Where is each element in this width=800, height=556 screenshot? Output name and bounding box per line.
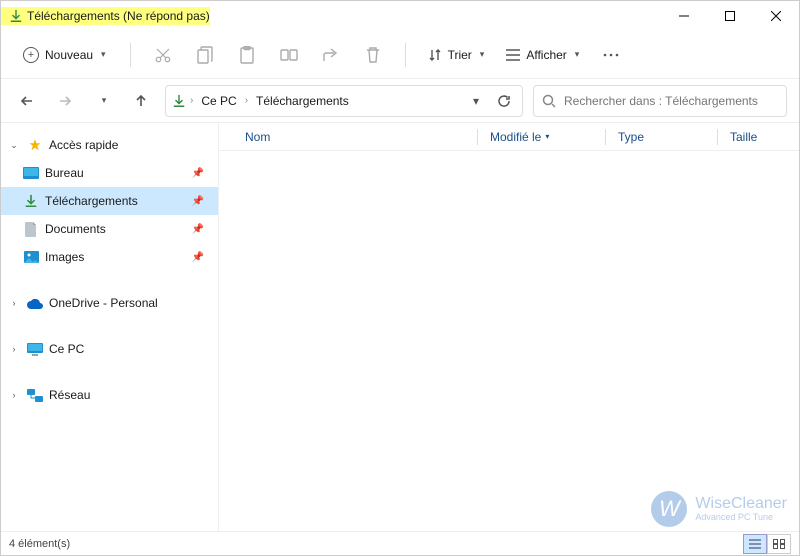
- sidebar-item-quick-access[interactable]: ⌄ Accès rapide: [1, 131, 218, 159]
- refresh-button[interactable]: [492, 94, 516, 108]
- sidebar-item-downloads[interactable]: Téléchargements 📌: [1, 187, 218, 215]
- details-view-button[interactable]: [743, 534, 767, 554]
- column-header-name[interactable]: Nom: [237, 130, 469, 144]
- separator: [130, 43, 131, 67]
- chevron-right-icon: ›: [190, 95, 193, 106]
- paste-button[interactable]: [229, 37, 265, 73]
- plus-circle-icon: +: [23, 47, 39, 63]
- title-left: Téléchargements (Ne répond pas): [1, 7, 210, 25]
- sidebar-label: Documents: [45, 222, 186, 236]
- forward-button[interactable]: [51, 87, 79, 115]
- navigation-pane[interactable]: ⌄ Accès rapide Bureau 📌 Téléchargements …: [1, 123, 219, 531]
- star-icon: [27, 137, 43, 153]
- chevron-down-icon: ▾: [101, 49, 106, 60]
- status-bar: 4 élément(s): [1, 531, 799, 555]
- sort-icon: [428, 48, 442, 62]
- column-header-type[interactable]: Type: [597, 129, 709, 145]
- picture-icon: [23, 249, 39, 265]
- thumbnails-view-button[interactable]: [767, 534, 791, 554]
- download-arrow-icon: [9, 9, 23, 23]
- sidebar-item-documents[interactable]: Documents 📌: [1, 215, 218, 243]
- sidebar-label: Bureau: [45, 166, 186, 180]
- sidebar-label: Ce PC: [49, 342, 210, 356]
- chevron-right-icon[interactable]: ›: [7, 298, 21, 308]
- pin-icon: 📌: [192, 252, 210, 263]
- desktop-icon: [23, 165, 39, 181]
- breadcrumb-root[interactable]: Ce PC: [197, 92, 240, 110]
- column-header-modified[interactable]: Modifié le ▾: [469, 129, 597, 145]
- pin-icon: 📌: [192, 168, 210, 179]
- chevron-down-icon[interactable]: ⌄: [7, 140, 21, 151]
- download-arrow-icon: [23, 193, 39, 209]
- sidebar-item-pictures[interactable]: Images 📌: [1, 243, 218, 271]
- sidebar-item-desktop[interactable]: Bureau 📌: [1, 159, 218, 187]
- document-icon: [23, 221, 39, 237]
- network-icon: [27, 387, 43, 403]
- monitor-icon: [27, 341, 43, 357]
- status-count: 4 élément(s): [9, 538, 70, 550]
- sidebar-item-this-pc[interactable]: › Ce PC: [1, 335, 218, 363]
- sort-label: Trier: [448, 48, 472, 62]
- copy-button[interactable]: [187, 37, 223, 73]
- chevron-right-icon: ›: [245, 95, 248, 106]
- delete-button[interactable]: [355, 37, 391, 73]
- sidebar-label: Téléchargements: [45, 194, 186, 208]
- minimize-button[interactable]: [661, 1, 707, 31]
- navigation-bar: ▾ › Ce PC › Téléchargements ▾: [1, 79, 799, 123]
- sort-button[interactable]: Trier ▾: [420, 43, 493, 67]
- file-list-pane: Nom Modifié le ▾ Type Taille: [219, 123, 799, 531]
- view-button[interactable]: Afficher ▾: [498, 43, 587, 67]
- chevron-right-icon[interactable]: ›: [7, 344, 21, 354]
- chevron-down-icon: ▾: [575, 49, 580, 60]
- view-label: Afficher: [526, 48, 566, 62]
- pin-icon: 📌: [192, 224, 210, 235]
- window-controls: [661, 1, 799, 31]
- window-title: Téléchargements (Ne répond pas): [27, 9, 210, 23]
- sidebar-label: Images: [45, 250, 186, 264]
- sidebar-label: OneDrive - Personal: [49, 296, 210, 310]
- search-icon: [542, 94, 556, 108]
- breadcrumb-current[interactable]: Téléchargements: [252, 92, 353, 110]
- recent-dropdown[interactable]: ▾: [89, 87, 117, 115]
- sidebar-label: Accès rapide: [49, 138, 210, 152]
- title-bar: Téléchargements (Ne répond pas): [1, 1, 799, 31]
- toolbar: + Nouveau ▾ Trier ▾ Afficher ▾: [1, 31, 799, 79]
- new-button[interactable]: + Nouveau ▾: [13, 42, 116, 68]
- chevron-down-icon: ▾: [480, 49, 485, 60]
- address-bar[interactable]: › Ce PC › Téléchargements ▾: [165, 85, 523, 117]
- chevron-right-icon[interactable]: ›: [7, 390, 21, 400]
- new-button-label: Nouveau: [45, 48, 93, 62]
- up-button[interactable]: [127, 87, 155, 115]
- download-arrow-icon: [172, 94, 186, 108]
- sort-indicator-icon: ▾: [545, 132, 549, 141]
- sidebar-item-onedrive[interactable]: › OneDrive - Personal: [1, 289, 218, 317]
- column-header-size[interactable]: Taille: [709, 129, 789, 145]
- pin-icon: 📌: [192, 196, 210, 207]
- back-button[interactable]: [13, 87, 41, 115]
- column-headers: Nom Modifié le ▾ Type Taille: [219, 123, 799, 151]
- view-toggles: [743, 534, 791, 554]
- list-icon: [506, 49, 520, 61]
- more-button[interactable]: [593, 37, 629, 73]
- rename-button[interactable]: [271, 37, 307, 73]
- search-box[interactable]: [533, 85, 787, 117]
- address-dropdown[interactable]: ▾: [464, 94, 488, 108]
- sidebar-item-network[interactable]: › Réseau: [1, 381, 218, 409]
- search-input[interactable]: [564, 94, 778, 108]
- maximize-button[interactable]: [707, 1, 753, 31]
- separator: [405, 43, 406, 67]
- share-button[interactable]: [313, 37, 349, 73]
- file-area[interactable]: [219, 151, 799, 531]
- close-button[interactable]: [753, 1, 799, 31]
- cut-button[interactable]: [145, 37, 181, 73]
- sidebar-label: Réseau: [49, 388, 210, 402]
- cloud-icon: [27, 295, 43, 311]
